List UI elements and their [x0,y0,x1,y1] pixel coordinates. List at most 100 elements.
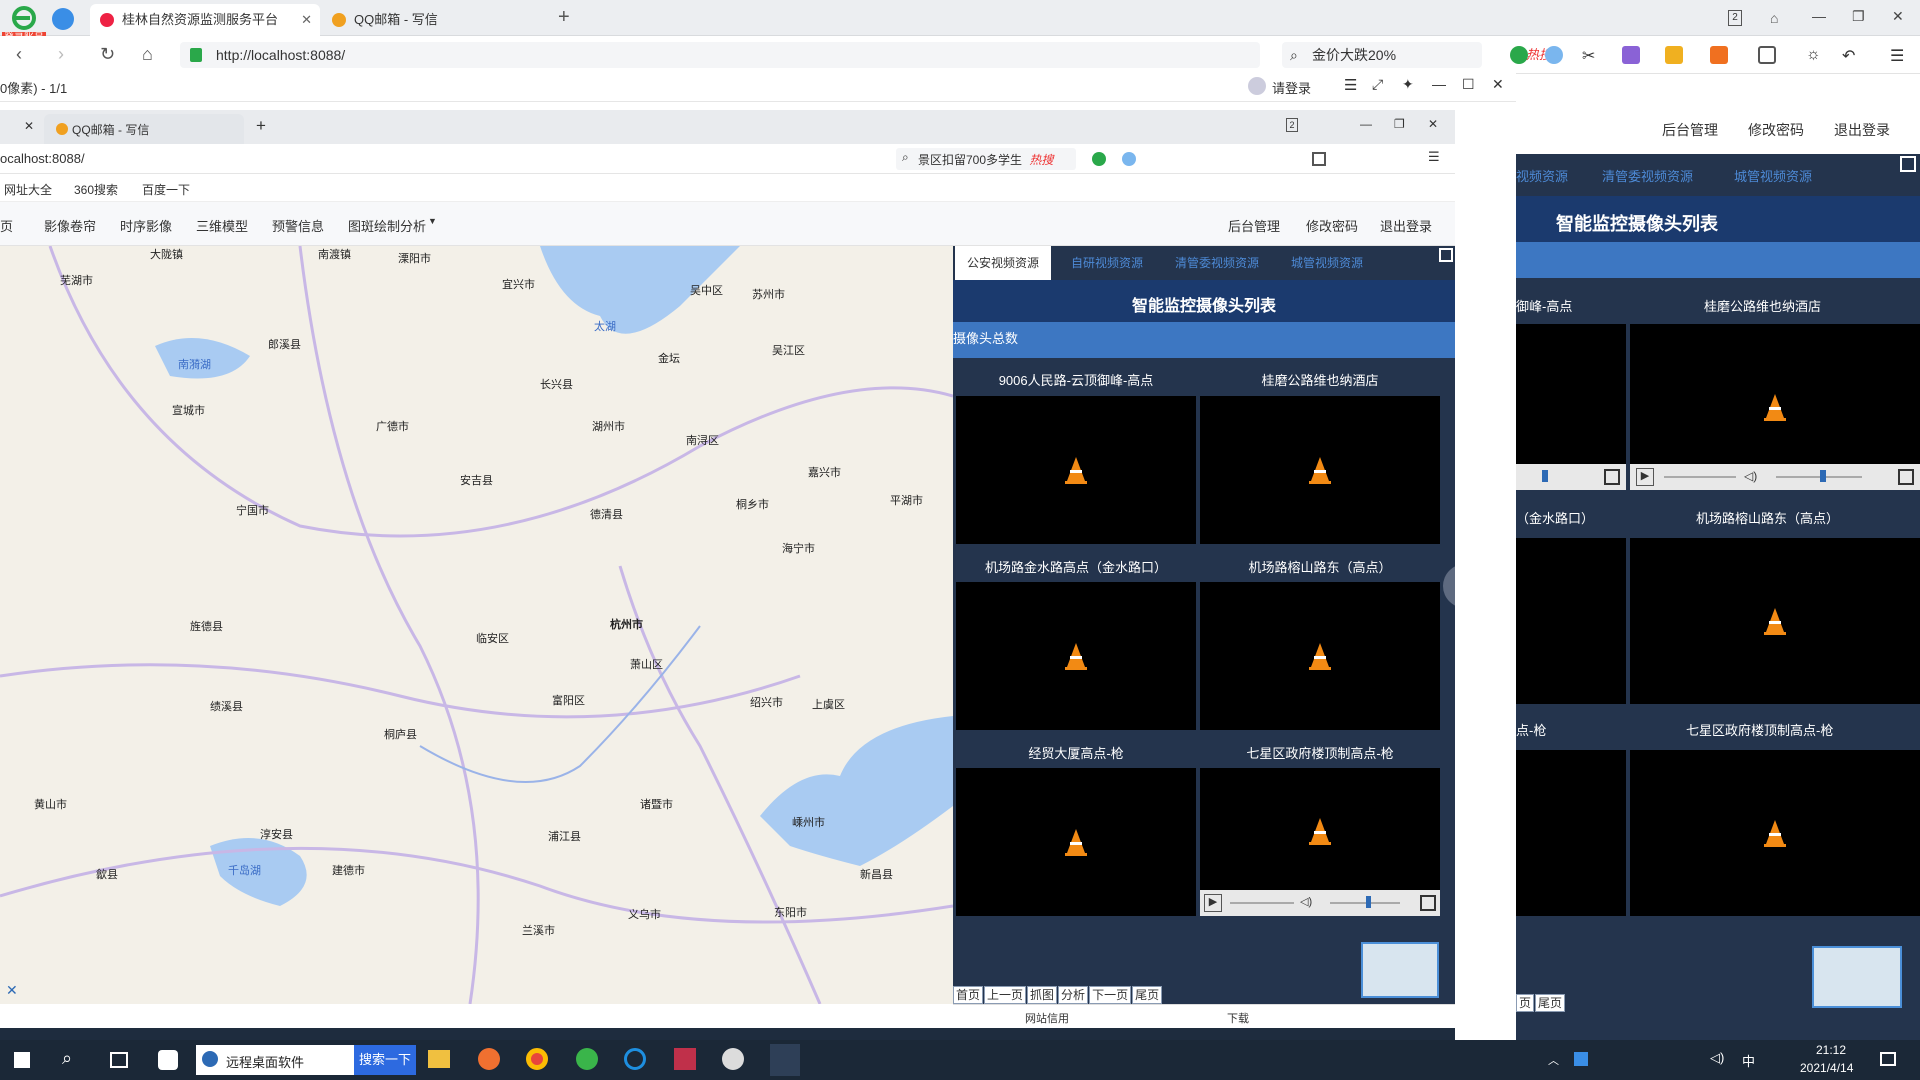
minimize-icon[interactable]: — [1432,76,1446,92]
video-player[interactable] [956,582,1196,730]
volume-slider-thumb[interactable] [1366,896,1371,908]
outer-video-player[interactable] [1630,538,1920,704]
fullscreen-icon[interactable] [1439,248,1453,262]
tab-guilin-platform[interactable]: 桂林自然资源监测服务平台 ✕ [90,4,320,36]
pager-first[interactable]: 首页 [953,986,984,1004]
maximize-icon[interactable]: ☐ [1462,76,1475,93]
fullscreen-icon[interactable] [1900,156,1916,172]
outer-video-player[interactable] [1516,538,1626,704]
outer-video-player[interactable] [1516,750,1626,916]
shirt-icon[interactable]: ⌂ [1770,10,1778,26]
extension-blue-icon[interactable] [1545,46,1563,64]
nav-3d-model[interactable]: 三维模型 [196,216,248,235]
tray-chevron-icon[interactable]: ︿ [1548,1052,1559,1068]
tab-qq-mail[interactable]: QQ邮箱 - 写信 [322,4,542,36]
pager-prev[interactable]: 上一页 [984,986,1027,1004]
extension-blue-icon[interactable] [1122,152,1136,166]
nav-change-password[interactable]: 修改密码 [1306,216,1358,235]
tab-count-badge[interactable]: 2 [1286,118,1298,132]
nav-warnings[interactable]: 预警信息 [272,216,324,235]
download-link[interactable]: 下载 [1227,1010,1249,1026]
menu-icon[interactable]: ☰ [1428,149,1440,165]
map-view[interactable]: 芜湖市 大陇镇 南渡镇 溧阳市 宜兴市 苏州市 吴中区 吴江区 湖州市 南浔区 … [0,246,953,1004]
ime-lang[interactable]: 中 [1742,1051,1755,1070]
extension-green-icon[interactable] [1092,152,1106,166]
pager-capture[interactable]: 抓图 [1027,986,1058,1004]
app-icon[interactable] [158,1050,178,1070]
clock-time[interactable]: 21:12 [1816,1043,1846,1057]
back-icon[interactable]: ‹ [16,44,22,65]
outer-nav-password[interactable]: 修改密码 [1748,120,1804,140]
send-icon[interactable] [52,8,74,30]
outer-panel-tab[interactable]: 视频资源 [1516,166,1568,185]
volume-slider[interactable] [1330,902,1400,904]
pager-next[interactable]: 下一页 [1089,986,1132,1004]
login-link[interactable]: 请登录 [1272,78,1311,97]
nav-home[interactable]: 页 [0,216,13,235]
minimize-icon[interactable]: — [1812,8,1826,24]
expand-icon[interactable]: ⤢ [1372,76,1383,93]
pager-button[interactable]: 页 [1516,994,1535,1012]
restore-icon[interactable]: ❐ [1394,117,1405,131]
volume-icon[interactable]: ◁) [1710,1050,1724,1066]
new-tab-icon[interactable]: + [256,116,266,136]
url-field[interactable]: http://localhost:8088/ [180,42,1260,68]
restore-icon[interactable]: ❐ [1852,8,1865,25]
nav-admin[interactable]: 后台管理 [1228,216,1280,235]
pager-analyze[interactable]: 分析 [1058,986,1089,1004]
app-icon[interactable] [674,1048,696,1070]
inner-search-field[interactable]: ⌕ 景区扣留700多学生 热搜 [896,148,1076,170]
minimize-icon[interactable]: — [1360,117,1372,131]
app-icon[interactable] [478,1048,500,1070]
chrome-icon[interactable] [526,1048,548,1070]
outer-panel-tab[interactable]: 城管视频资源 [1734,166,1812,185]
volume-slider-thumb[interactable] [1542,470,1548,482]
taskbar-search-button[interactable]: 搜索一下 [354,1045,416,1075]
game-icon[interactable] [1710,46,1728,64]
close-tab-icon[interactable]: ✕ [24,119,34,133]
video-player[interactable] [956,768,1196,916]
volume-slider-thumb[interactable] [1820,470,1826,482]
nav-drawing-analysis[interactable]: 图斑绘制分析 [348,216,426,235]
player-controls[interactable] [1516,464,1626,490]
clock-date[interactable]: 2021/4/14 [1800,1061,1853,1075]
outer-minimap[interactable] [1812,946,1902,1008]
fullscreen-icon[interactable] [1898,469,1914,485]
app-icon[interactable] [722,1048,744,1070]
minimap[interactable] [1361,942,1439,998]
tab-chengguan-video[interactable]: 城管视频资源 [1279,246,1375,280]
fullscreen-icon[interactable] [1420,895,1436,911]
seek-bar[interactable] [1664,476,1736,478]
pager-last[interactable]: 尾页 [1132,986,1163,1004]
home-icon[interactable]: ⌂ [142,44,153,65]
scissors-icon[interactable]: ✂ [1582,46,1600,65]
pager-button[interactable]: 尾页 [1535,994,1566,1012]
nav-swipe[interactable]: 影像卷帘 [44,216,96,235]
new-tab-icon[interactable]: + [558,6,570,29]
shield-icon[interactable] [1665,46,1683,64]
bookmark-item[interactable]: 网址大全 [4,181,52,198]
close-window-icon[interactable]: ✕ [1892,8,1904,25]
browser-logo-icon[interactable] [10,6,38,30]
nav-timeseries[interactable]: 时序影像 [120,216,172,235]
volume-icon[interactable]: ◁) [1300,895,1312,908]
apps-grid-icon[interactable] [1312,152,1326,166]
extension-green-icon[interactable] [1510,46,1528,64]
outer-panel-tab[interactable]: 清管委视频资源 [1602,166,1693,185]
forward-icon[interactable]: › [58,44,64,65]
avatar-icon[interactable] [1248,77,1266,95]
search-field[interactable]: ⌕ 金价大跌20% 热搜 [1282,42,1552,68]
task-view-icon[interactable] [110,1052,128,1068]
tab-count-badge[interactable]: 2 [1728,10,1742,26]
video-player[interactable] [1200,582,1440,730]
outer-nav-logout[interactable]: 退出登录 [1834,120,1890,140]
apps-grid-icon[interactable] [1758,46,1776,64]
inner-tab-qq-mail[interactable]: QQ邮箱 - 写信 [44,114,244,144]
close-window-icon[interactable]: ✕ [1428,117,1438,131]
volume-slider[interactable] [1776,476,1862,478]
inner-url-field[interactable]: ocalhost:8088/ [0,151,85,166]
volume-icon[interactable]: ◁) [1744,469,1757,483]
notification-icon[interactable] [1880,1052,1896,1066]
outer-video-player[interactable] [1516,324,1626,490]
video-player[interactable] [1200,396,1440,544]
